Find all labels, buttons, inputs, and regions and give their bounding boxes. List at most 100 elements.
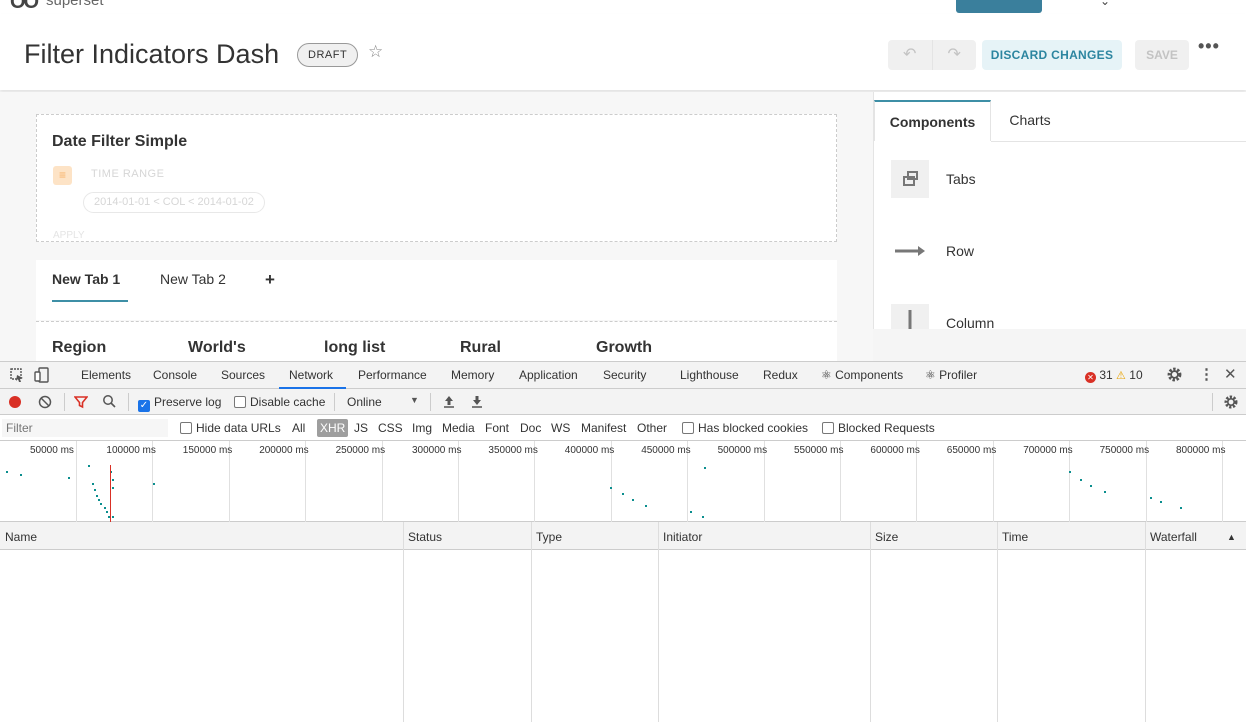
toolbar-divider — [334, 393, 335, 411]
toolbar-divider — [1212, 393, 1213, 411]
filter-type-media[interactable]: Media — [442, 421, 475, 435]
preserve-log-checkbox[interactable]: ✓ Preserve log — [138, 395, 221, 412]
tabs-component-icon[interactable] — [891, 160, 929, 198]
tab-components[interactable]: Components — [874, 100, 991, 141]
sort-ascending-icon[interactable]: ▲ — [1227, 532, 1236, 542]
timeline-tick-label: 600000 ms — [870, 445, 920, 456]
devtools-panel: Elements Console Sources Network Perform… — [0, 361, 1246, 722]
timeline-request-mark — [1160, 501, 1162, 503]
timeline-request-mark — [1104, 491, 1106, 493]
filter-type-doc[interactable]: Doc — [520, 421, 541, 435]
devtools-tab-redux[interactable]: Redux — [763, 368, 798, 382]
timeline-tick-label: 350000 ms — [488, 445, 538, 456]
timeline-request-mark — [98, 499, 100, 501]
filter-type-other[interactable]: Other — [637, 421, 667, 435]
inspect-element-icon[interactable] — [9, 367, 25, 386]
load-event-marker — [110, 465, 111, 522]
tab-new-tab-2[interactable]: New Tab 2 — [160, 271, 226, 287]
devtools-tab-console[interactable]: Console — [153, 368, 197, 382]
timeline-request-mark — [68, 477, 70, 479]
navbar-menu-caret[interactable]: ⌄ — [1100, 0, 1110, 8]
filter-type-xhr[interactable]: XHR — [317, 419, 349, 437]
column-header-status[interactable]: Status — [408, 530, 442, 544]
settings-gear-icon[interactable] — [1166, 366, 1183, 386]
filter-funnel-icon[interactable] — [73, 395, 89, 412]
devtools-tab-react-components[interactable]: ⚛ Components — [821, 368, 903, 382]
column-divider[interactable] — [658, 522, 659, 722]
import-har-icon[interactable] — [443, 394, 455, 411]
network-settings-gear-icon[interactable] — [1223, 394, 1239, 413]
has-blocked-cookies-checkbox[interactable]: Has blocked cookies — [682, 421, 808, 435]
blocked-requests-checkbox[interactable]: Blocked Requests — [822, 421, 935, 435]
column-header-waterfall[interactable]: Waterfall — [1150, 530, 1197, 544]
filter-input[interactable] — [2, 419, 168, 437]
component-row-label[interactable]: Row — [946, 243, 974, 259]
component-tabs-label[interactable]: Tabs — [946, 171, 976, 187]
apply-button[interactable]: APPLY — [53, 230, 85, 241]
save-button[interactable]: SAVE — [1135, 40, 1189, 70]
devtools-tab-application[interactable]: Application — [519, 368, 578, 382]
favorite-star-icon[interactable]: ☆ — [368, 42, 383, 62]
row-component-icon[interactable] — [891, 232, 929, 270]
error-warning-counter[interactable]: ✕ 31 ⚠ 10 — [1085, 368, 1143, 383]
record-icon[interactable] — [9, 396, 21, 408]
devtools-tab-performance[interactable]: Performance — [358, 368, 427, 382]
tab-new-tab-1[interactable]: New Tab 1 — [52, 271, 120, 287]
time-range-pill[interactable]: 2014-01-01 < COL < 2014-01-02 — [83, 192, 265, 213]
column-divider[interactable] — [997, 522, 998, 722]
export-har-icon[interactable] — [471, 394, 483, 411]
add-tab-icon[interactable]: + — [265, 270, 275, 290]
more-menu-icon[interactable]: ⋮ — [1199, 367, 1214, 383]
timeline-tick-label: 500000 ms — [717, 445, 768, 456]
timeline-tick-label: 400000 ms — [564, 445, 615, 456]
timeline-request-mark — [20, 474, 22, 476]
devtools-tab-elements[interactable]: Elements — [81, 368, 131, 382]
filter-type-font[interactable]: Font — [485, 421, 509, 435]
devtools-tab-lighthouse[interactable]: Lighthouse — [680, 368, 739, 382]
column-header-name[interactable]: Name — [5, 530, 37, 544]
has-blocked-cookies-label: Has blocked cookies — [698, 421, 809, 435]
column-header-initiator[interactable]: Initiator — [663, 530, 702, 544]
network-overview-timeline[interactable]: 50000 ms 100000 ms 150000 ms 200000 ms 25000… — [0, 441, 1246, 522]
timeline-tick-label: 50000 ms — [30, 445, 74, 456]
filter-chart-card[interactable]: Date Filter Simple ≡ TIME RANGE 2014-01-… — [36, 114, 837, 242]
throttling-select[interactable]: Online — [347, 395, 382, 409]
column-divider[interactable] — [870, 522, 871, 722]
chevron-down-icon[interactable]: ▼ — [410, 395, 419, 405]
filter-type-manifest[interactable]: Manifest — [581, 421, 626, 435]
devtools-tab-network[interactable]: Network — [289, 368, 333, 382]
dashboard-tabs: New Tab 1 New Tab 2 + — [36, 260, 837, 320]
filter-type-all[interactable]: All — [292, 421, 305, 435]
superset-logo[interactable]: OO — [10, 0, 39, 14]
filter-type-css[interactable]: CSS — [378, 421, 403, 435]
devtools-tab-sources[interactable]: Sources — [221, 368, 265, 382]
undo-icon[interactable]: ↶ — [888, 40, 933, 70]
column-header-time[interactable]: Time — [1002, 530, 1028, 544]
clear-icon[interactable] — [38, 395, 52, 412]
filter-type-ws[interactable]: WS — [551, 421, 570, 435]
navbar-new-button[interactable] — [956, 0, 1042, 13]
dashboard-title[interactable]: Filter Indicators Dash — [24, 38, 279, 70]
tab-charts[interactable]: Charts — [991, 100, 1069, 141]
column-divider[interactable] — [403, 522, 404, 722]
discard-changes-button[interactable]: DISCARD CHANGES — [982, 40, 1122, 70]
hide-data-urls-checkbox[interactable]: Hide data URLs — [180, 421, 281, 435]
filter-type-img[interactable]: Img — [412, 421, 432, 435]
disable-cache-checkbox[interactable]: Disable cache — [234, 395, 325, 409]
column-divider[interactable] — [531, 522, 532, 722]
timeline-tick-label: 250000 ms — [335, 445, 386, 456]
column-divider[interactable] — [1145, 522, 1146, 722]
more-options-icon[interactable]: ••• — [1198, 36, 1220, 57]
devtools-tab-security[interactable]: Security — [603, 368, 646, 382]
device-toolbar-icon[interactable] — [34, 367, 50, 386]
devtools-tab-react-profiler[interactable]: ⚛ Profiler — [925, 368, 977, 382]
filter-type-js[interactable]: JS — [354, 421, 368, 435]
dashboard-header: Filter Indicators Dash DRAFT ☆ ↶ ↷ DISCA… — [0, 14, 1246, 90]
close-devtools-icon[interactable]: ✕ — [1224, 367, 1237, 383]
search-icon[interactable] — [102, 394, 116, 411]
active-tab-indicator — [52, 300, 128, 302]
column-header-size[interactable]: Size — [875, 530, 898, 544]
devtools-tab-memory[interactable]: Memory — [451, 368, 494, 382]
column-header-type[interactable]: Type — [536, 530, 562, 544]
redo-icon[interactable]: ↷ — [933, 40, 977, 70]
